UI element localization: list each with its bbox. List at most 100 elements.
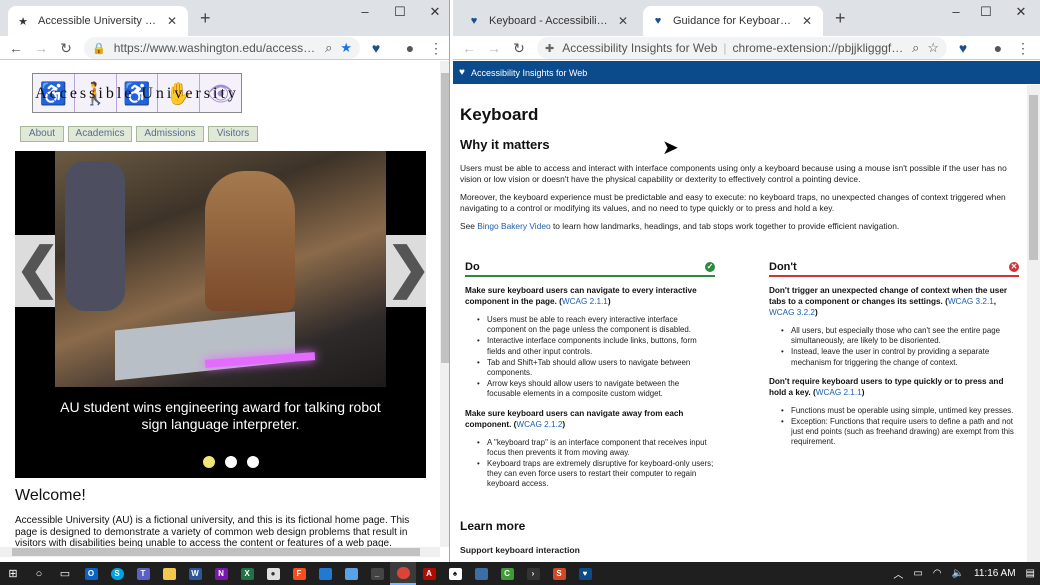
task-view-icon[interactable]: ▭ bbox=[52, 562, 78, 585]
screen-capture-icon[interactable] bbox=[468, 562, 494, 585]
bingo-bakery-video-link[interactable]: Bingo Bakery Video bbox=[477, 221, 550, 231]
wcag-link[interactable]: WCAG 3.2.2 bbox=[769, 308, 815, 317]
left-horizontal-scrollbar[interactable] bbox=[0, 547, 440, 557]
left-vertical-scrollbar[interactable] bbox=[440, 61, 449, 547]
why-paragraph-3: See Bingo Bakery Video to learn how land… bbox=[460, 221, 1018, 232]
dont-block-1: Don't trigger an unexpected change of co… bbox=[769, 286, 1008, 317]
carousel-dot-3[interactable] bbox=[247, 456, 259, 468]
figma-icon[interactable]: F bbox=[286, 562, 312, 585]
chrome-icon[interactable] bbox=[390, 562, 416, 585]
insights-app-icon[interactable]: ♥ bbox=[572, 562, 598, 585]
address-bar[interactable]: 🔒 https://www.washington.edu/accessco...… bbox=[84, 37, 360, 59]
skype-icon[interactable]: S bbox=[104, 562, 130, 585]
powerpoint-icon[interactable]: S bbox=[546, 562, 572, 585]
tab-guidance-keyboard[interactable]: ♥ Guidance for Keyboard - Accessib ✕ bbox=[643, 6, 823, 36]
solitaire-icon[interactable]: ♠ bbox=[442, 562, 468, 585]
zoom-icon[interactable]: ⌕ bbox=[325, 40, 332, 56]
network-icon[interactable]: ◠ bbox=[933, 568, 942, 579]
zoom-icon[interactable]: ⌕ bbox=[912, 40, 919, 56]
right-scroll-thumb[interactable] bbox=[1029, 95, 1038, 260]
wcag-link[interactable]: WCAG 3.2.1 bbox=[948, 297, 994, 306]
start-button[interactable]: ⊞ bbox=[0, 562, 26, 585]
menu-icon[interactable]: ⋮ bbox=[426, 38, 446, 58]
close-tab-icon[interactable]: ✕ bbox=[164, 14, 180, 28]
insights-extension-icon[interactable]: ♥ bbox=[953, 38, 973, 58]
do-heading-text: Do bbox=[465, 261, 480, 273]
battery-icon[interactable]: ▭ bbox=[913, 568, 922, 579]
insights-header-title: Accessibility Insights for Web bbox=[470, 67, 588, 78]
tab-keyboard-insights[interactable]: ♥ Keyboard - Accessibility Insights f ✕ bbox=[459, 6, 639, 36]
browser-toolbar: ← → ↻ 🔒 https://www.washington.edu/acces… bbox=[0, 36, 449, 60]
nav-tab-admissions[interactable]: Admissions bbox=[136, 126, 204, 142]
word-icon[interactable]: W bbox=[182, 562, 208, 585]
nav-tab-academics[interactable]: Academics bbox=[68, 126, 132, 142]
minimize-button[interactable]: – bbox=[350, 4, 380, 19]
carousel-next-button[interactable]: ❯ bbox=[386, 235, 431, 307]
acrobat-icon[interactable]: A bbox=[416, 562, 442, 585]
maximize-button[interactable]: ☐ bbox=[971, 4, 1001, 20]
image-viewer-icon[interactable] bbox=[338, 562, 364, 585]
volume-icon[interactable]: 🔈 bbox=[952, 568, 964, 579]
right-vertical-scrollbar[interactable] bbox=[1027, 85, 1040, 562]
left-scroll-thumb[interactable] bbox=[441, 73, 449, 363]
tab-accessible-university[interactable]: ★ Accessible University Demo Site ✕ bbox=[8, 6, 188, 36]
teams-icon[interactable]: T bbox=[130, 562, 156, 585]
why-paragraph-2: Moreover, the keyboard experience must b… bbox=[460, 192, 1006, 213]
onenote-icon[interactable]: N bbox=[208, 562, 234, 585]
nav-tab-visitors[interactable]: Visitors bbox=[208, 126, 258, 142]
outlook-icon[interactable]: O bbox=[78, 562, 104, 585]
wcag-link[interactable]: WCAG 2.1.1 bbox=[562, 297, 608, 306]
close-tab-icon[interactable]: ✕ bbox=[799, 14, 815, 28]
new-tab-button[interactable]: + bbox=[200, 9, 211, 27]
profile-avatar-icon[interactable]: ● bbox=[988, 38, 1008, 58]
left-hscroll-thumb[interactable] bbox=[12, 548, 420, 556]
carousel-dot-2[interactable] bbox=[225, 456, 237, 468]
excel-icon[interactable]: X bbox=[234, 562, 260, 585]
carousel-dots bbox=[203, 456, 259, 468]
close-window-button[interactable]: ✕ bbox=[1006, 4, 1036, 20]
maximize-button[interactable]: ☐ bbox=[385, 4, 415, 20]
carousel-prev-button[interactable]: ❮ bbox=[15, 235, 60, 307]
carousel-caption: AU student wins engineering award for ta… bbox=[60, 399, 381, 432]
list-item: Arrow keys should allow users to navigat… bbox=[477, 379, 715, 399]
forward-icon[interactable]: → bbox=[31, 38, 51, 58]
minimize-button[interactable]: – bbox=[941, 4, 971, 19]
notification-icon[interactable]: ▤ bbox=[1026, 568, 1035, 579]
chevron-up-icon[interactable]: ︿ bbox=[893, 566, 903, 581]
close-tab-icon[interactable]: ✕ bbox=[615, 14, 631, 28]
file-explorer-icon[interactable] bbox=[156, 562, 182, 585]
insights-extension-icon[interactable]: ♥ bbox=[366, 38, 386, 58]
list-item: A "keyboard trap" is an interface compon… bbox=[477, 438, 715, 458]
omnibox-extension-label: Accessibility Insights for Web bbox=[562, 41, 718, 55]
profile-avatar-icon[interactable]: ● bbox=[400, 38, 420, 58]
close-window-button[interactable]: ✕ bbox=[420, 4, 449, 20]
list-item: Keyboard traps are extremely disruptive … bbox=[477, 459, 715, 490]
clock-time[interactable]: 11:16 AM bbox=[974, 568, 1016, 579]
reload-icon[interactable]: ↻ bbox=[509, 38, 529, 58]
code-icon[interactable]: › bbox=[520, 562, 546, 585]
search-icon[interactable]: ○ bbox=[26, 562, 52, 585]
camtasia-icon[interactable]: C bbox=[494, 562, 520, 585]
console-icon[interactable]: _ bbox=[364, 562, 390, 585]
new-tab-button[interactable]: + bbox=[835, 9, 846, 27]
do-column: Do ✓ Make sure keyboard users can naviga… bbox=[465, 261, 715, 491]
wcag-link[interactable]: WCAG 2.1.1 bbox=[816, 388, 862, 397]
bookmark-star-icon[interactable]: ☆ bbox=[927, 40, 939, 56]
paint-icon[interactable]: ● bbox=[260, 562, 286, 585]
address-bar[interactable]: ✚ Accessibility Insights for Web | chrom… bbox=[537, 37, 947, 59]
back-icon[interactable]: ← bbox=[459, 38, 479, 58]
nav-tab-about[interactable]: About bbox=[20, 126, 64, 142]
reload-icon[interactable]: ↻ bbox=[56, 38, 76, 58]
bookmark-star-icon[interactable]: ★ bbox=[340, 40, 352, 56]
menu-icon[interactable]: ⋮ bbox=[1013, 38, 1033, 58]
lock-icon: 🔒 bbox=[92, 42, 106, 55]
why-paragraph-1: Users must be able to access and interac… bbox=[460, 163, 1007, 184]
back-icon[interactable]: ← bbox=[6, 38, 26, 58]
wcag-link[interactable]: WCAG 2.1.2 bbox=[516, 420, 562, 429]
carousel-dot-1[interactable] bbox=[203, 456, 215, 468]
carousel-photo bbox=[55, 151, 386, 387]
photos-icon[interactable] bbox=[312, 562, 338, 585]
site-logo[interactable]: ♿ 🚶 ♿ ✋ 👁 Accessible University bbox=[32, 73, 242, 113]
list-item: Instead, leave the user in control by pr… bbox=[781, 347, 1019, 367]
forward-icon[interactable]: → bbox=[484, 38, 504, 58]
